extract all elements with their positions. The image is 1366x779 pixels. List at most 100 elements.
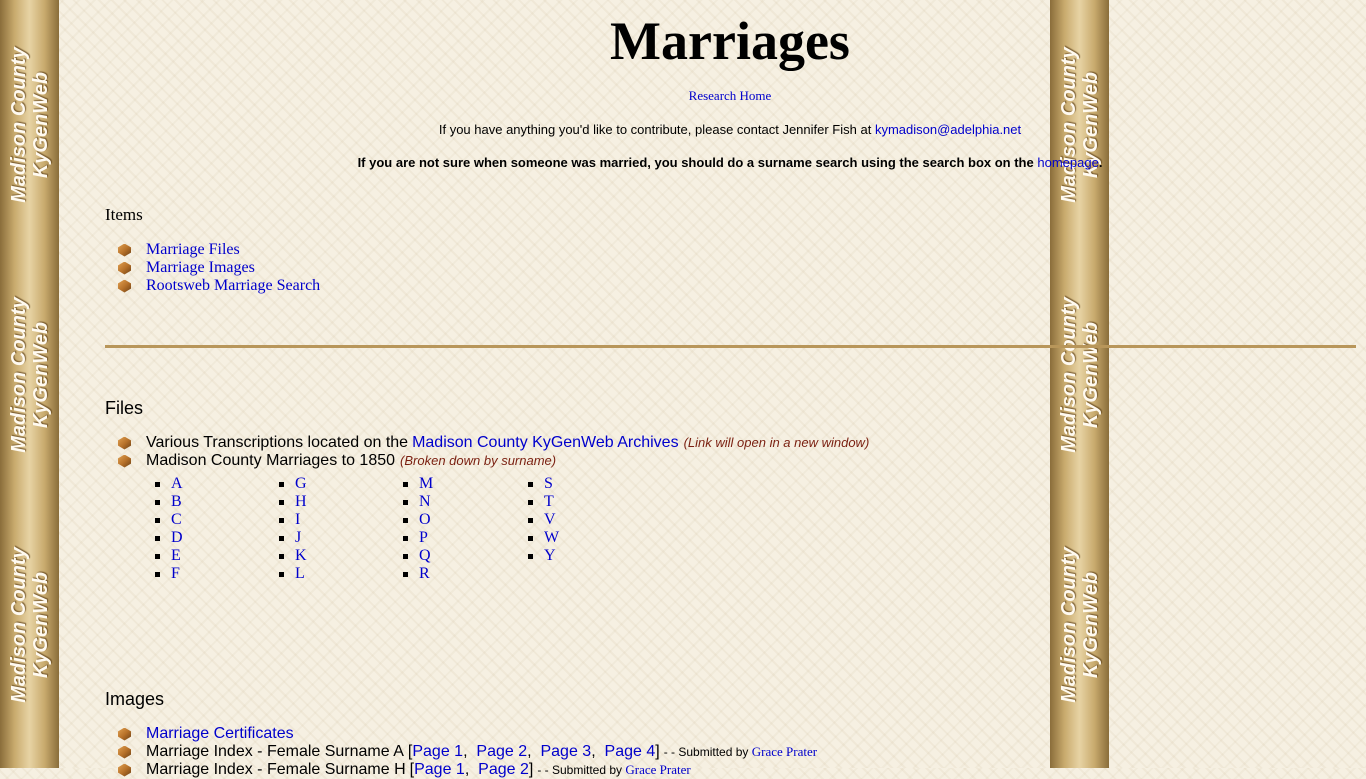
- letter-link-e[interactable]: E: [171, 547, 181, 565]
- bullet-icon: [118, 745, 131, 759]
- square-bullet-icon: [403, 571, 408, 577]
- list-item: N: [403, 493, 433, 511]
- list-item: W: [528, 529, 559, 547]
- letter-link-g[interactable]: G: [295, 475, 307, 493]
- letter-link-n[interactable]: N: [419, 493, 431, 511]
- square-bullet-icon: [403, 535, 408, 541]
- submitter-link[interactable]: Grace Prater: [625, 762, 690, 777]
- square-bullet-icon: [279, 499, 284, 505]
- list-item: C: [155, 511, 183, 529]
- contact-line: If you have anything you'd like to contr…: [0, 122, 1366, 137]
- list-item: Various Transcriptions located on the Ma…: [118, 434, 869, 452]
- list-item: T: [528, 493, 559, 511]
- page-1-link[interactable]: Page 1: [412, 743, 463, 761]
- letter-link-i[interactable]: I: [295, 511, 300, 529]
- bullet-icon: [118, 243, 131, 257]
- square-bullet-icon: [155, 517, 160, 523]
- submitter-link[interactable]: Grace Prater: [752, 744, 817, 759]
- files-heading: Files: [105, 398, 144, 418]
- letter-link-v[interactable]: V: [544, 511, 556, 529]
- square-bullet-icon: [403, 481, 408, 487]
- list-item: L: [279, 565, 307, 583]
- letter-link-k[interactable]: K: [295, 547, 307, 565]
- letter-column: A B C D E F: [155, 475, 183, 583]
- marriage-files-link[interactable]: Marriage Files: [146, 241, 240, 259]
- square-bullet-icon: [155, 553, 160, 559]
- square-bullet-icon: [528, 499, 533, 505]
- square-bullet-icon: [528, 553, 533, 559]
- square-bullet-icon: [528, 517, 533, 523]
- square-bullet-icon: [403, 517, 408, 523]
- surname-note-text: If you are not sure when someone was mar…: [357, 155, 1034, 170]
- list-item: E: [155, 547, 183, 565]
- list-item: H: [279, 493, 307, 511]
- letter-link-q[interactable]: Q: [419, 547, 431, 565]
- square-bullet-icon: [279, 571, 284, 577]
- homepage-link[interactable]: homepage: [1037, 155, 1098, 170]
- submitted-by: - - Submitted by Grace Prater: [537, 762, 691, 777]
- list-item: K: [279, 547, 307, 565]
- square-bullet-icon: [403, 553, 408, 559]
- list-item: A: [155, 475, 183, 493]
- square-bullet-icon: [279, 517, 284, 523]
- contact-email-link[interactable]: kymadison@adelphia.net: [875, 122, 1021, 137]
- square-bullet-icon: [403, 499, 408, 505]
- transcriptions-text: Various Transcriptions located on the: [146, 434, 409, 451]
- research-home-link[interactable]: Research Home: [689, 88, 772, 103]
- square-bullet-icon: [155, 481, 160, 487]
- letter-link-m[interactable]: M: [419, 475, 433, 493]
- list-item: O: [403, 511, 433, 529]
- letter-link-r[interactable]: R: [419, 565, 430, 583]
- list-item: S: [528, 475, 559, 493]
- letter-link-d[interactable]: D: [171, 529, 183, 547]
- letter-link-f[interactable]: F: [171, 565, 180, 583]
- marriage-certificates-link[interactable]: Marriage Certificates: [146, 725, 294, 743]
- bullet-icon: [118, 279, 131, 293]
- list-item: P: [403, 529, 433, 547]
- page-3-link[interactable]: Page 3: [540, 743, 591, 761]
- rootsweb-search-link[interactable]: Rootsweb Marriage Search: [146, 277, 320, 295]
- list-item: V: [528, 511, 559, 529]
- list-item: F: [155, 565, 183, 583]
- items-heading: Items: [105, 205, 143, 224]
- list-item: J: [279, 529, 307, 547]
- marriage-images-link[interactable]: Marriage Images: [146, 259, 255, 277]
- letter-link-j[interactable]: J: [295, 529, 301, 547]
- list-item: Madison County Marriages to 1850 (Broken…: [118, 452, 869, 470]
- section-divider: [105, 345, 1356, 348]
- square-bullet-icon: [528, 481, 533, 487]
- items-list: Marriage Files Marriage Images Rootsweb …: [118, 241, 320, 295]
- page-title: Marriages: [610, 11, 850, 71]
- list-item: R: [403, 565, 433, 583]
- square-bullet-icon: [155, 499, 160, 505]
- page-2-link[interactable]: Page 2: [478, 761, 529, 779]
- letter-link-t[interactable]: T: [544, 493, 554, 511]
- letter-link-p[interactable]: P: [419, 529, 428, 547]
- list-item: Q: [403, 547, 433, 565]
- contact-text: If you have anything you'd like to contr…: [438, 122, 872, 137]
- letter-column: M N O P Q R: [403, 475, 433, 583]
- letter-link-y[interactable]: Y: [544, 547, 556, 565]
- archives-link[interactable]: Madison County KyGenWeb Archives: [412, 434, 679, 452]
- list-item: I: [279, 511, 307, 529]
- letter-link-o[interactable]: O: [419, 511, 431, 529]
- page-2-link[interactable]: Page 2: [476, 743, 527, 761]
- letter-link-a[interactable]: A: [171, 475, 183, 493]
- letter-link-h[interactable]: H: [295, 493, 307, 511]
- list-item: G: [279, 475, 307, 493]
- list-item: B: [155, 493, 183, 511]
- letter-link-s[interactable]: S: [544, 475, 553, 493]
- page-4-link[interactable]: Page 4: [605, 743, 656, 761]
- new-window-note: (Link will open in a new window): [683, 435, 870, 450]
- letter-link-w[interactable]: W: [544, 529, 559, 547]
- page-1-link[interactable]: Page 1: [414, 761, 465, 779]
- surname-breakdown-note: (Broken down by surname): [400, 453, 557, 468]
- letter-link-c[interactable]: C: [171, 511, 182, 529]
- square-bullet-icon: [279, 553, 284, 559]
- research-home-row: Research Home: [0, 88, 1366, 104]
- letter-link-l[interactable]: L: [295, 565, 305, 583]
- letter-link-b[interactable]: B: [171, 493, 182, 511]
- images-list: Marriage Certificates Marriage Index - F…: [118, 725, 817, 779]
- square-bullet-icon: [279, 481, 284, 487]
- images-heading: Images: [105, 689, 165, 709]
